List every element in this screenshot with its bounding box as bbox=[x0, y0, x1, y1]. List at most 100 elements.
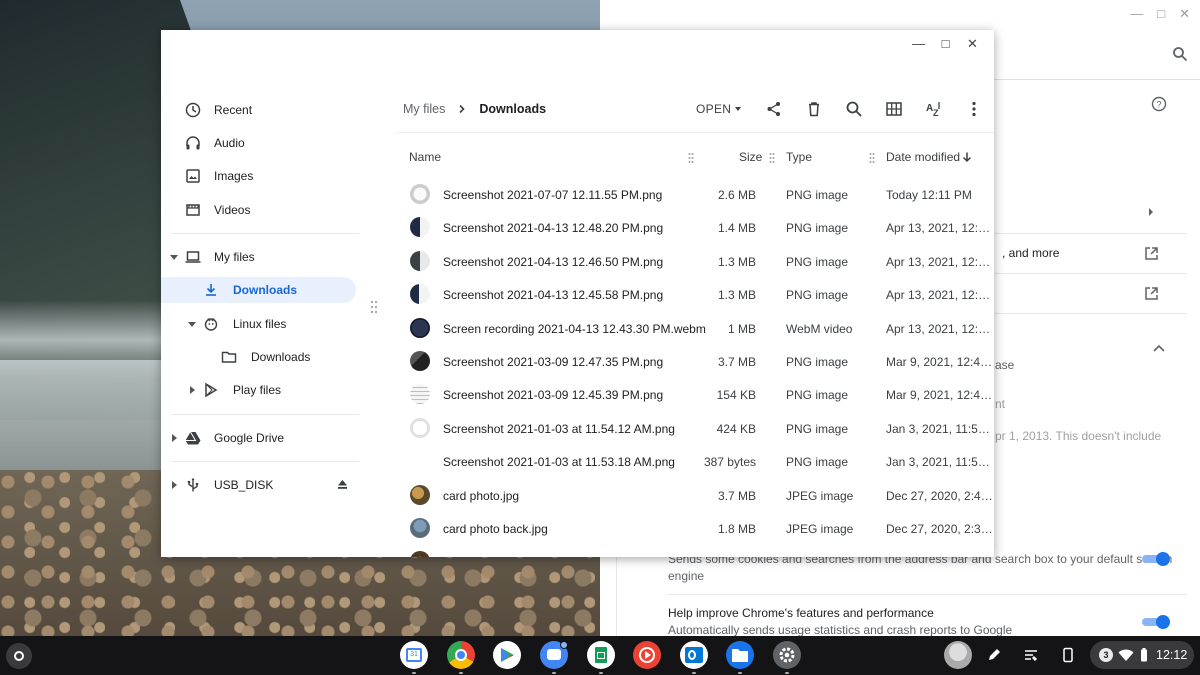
minimize-icon[interactable]: — bbox=[1130, 6, 1143, 22]
search-suggest-toggle[interactable] bbox=[1142, 552, 1170, 566]
search-icon[interactable] bbox=[845, 100, 863, 118]
settings-app-icon[interactable] bbox=[773, 641, 801, 669]
sidebar-item-my-files[interactable]: My files bbox=[161, 244, 356, 270]
sidebar-item-google-drive[interactable]: Google Drive bbox=[161, 425, 356, 451]
expand-arrow-icon[interactable] bbox=[170, 255, 178, 260]
chevron-up-icon[interactable] bbox=[1153, 344, 1165, 352]
delete-icon[interactable] bbox=[805, 100, 823, 118]
file-row[interactable]: card photo back.jpg 1.8 MB JPEG image Dec 2… bbox=[396, 512, 994, 545]
sidebar-item-label: Downloads bbox=[251, 350, 311, 364]
external-link-icon[interactable] bbox=[1144, 246, 1159, 261]
search-icon[interactable] bbox=[1172, 46, 1188, 62]
column-header-name[interactable]: Name bbox=[409, 150, 441, 164]
sidebar-item-label: Videos bbox=[214, 203, 251, 217]
file-date-modified: Dec 27, 2020, 2:35 PM bbox=[886, 522, 994, 536]
clipboard-tray[interactable] bbox=[1014, 641, 1048, 669]
column-resize-icon[interactable] bbox=[769, 152, 775, 164]
file-row[interactable]: 2020-11-29 11.38.11.jpg 7.9 MB JPEG image D… bbox=[396, 545, 994, 557]
file-row[interactable]: Screenshot 2021-01-03 at 11.53.18 AM.png… bbox=[396, 445, 994, 478]
file-row[interactable]: Screenshot 2021-03-09 12.45.39 PM.png 154… bbox=[396, 378, 994, 411]
improve-chrome-toggle[interactable] bbox=[1142, 615, 1170, 629]
outlook-app-icon[interactable] bbox=[680, 641, 708, 669]
running-indicator bbox=[552, 672, 556, 674]
google-drive-icon bbox=[185, 431, 201, 445]
messages-app-icon[interactable] bbox=[540, 641, 568, 669]
sidebar-item-downloads[interactable]: Downloads bbox=[161, 277, 356, 303]
files-main-panel: My files Downloads OPEN A Z Name Size Ty… bbox=[396, 60, 994, 557]
file-name: Screenshot 2021-01-03 at 11.54.12 AM.png bbox=[443, 421, 675, 436]
file-row[interactable]: Screen recording 2021-04-13 12.43.30 PM.… bbox=[396, 312, 994, 345]
sidebar-item-recent[interactable]: Recent bbox=[161, 97, 356, 123]
file-date-modified: Today 12:11 PM bbox=[886, 188, 972, 202]
close-icon[interactable]: ✕ bbox=[1179, 6, 1190, 22]
maximize-icon[interactable]: □ bbox=[932, 36, 959, 52]
external-link-icon[interactable] bbox=[1144, 286, 1159, 301]
file-date-modified: Mar 9, 2021, 12:47 PM bbox=[886, 355, 994, 369]
avatar[interactable] bbox=[944, 641, 972, 669]
sort-descending-icon[interactable] bbox=[961, 151, 973, 163]
column-resize-icon[interactable] bbox=[869, 152, 875, 164]
svg-text:?: ? bbox=[1156, 100, 1161, 110]
chevron-right-icon[interactable] bbox=[1149, 208, 1153, 216]
file-row[interactable]: Screenshot 2021-03-09 12.47.35 PM.png 3.7… bbox=[396, 345, 994, 378]
expand-arrow-icon[interactable] bbox=[172, 481, 177, 489]
maximize-icon[interactable]: □ bbox=[1157, 6, 1165, 22]
pen-icon bbox=[989, 649, 1000, 660]
column-resize-icon[interactable] bbox=[688, 152, 694, 164]
phone-icon bbox=[1063, 647, 1073, 663]
file-row[interactable]: Screenshot 2021-04-13 12.45.58 PM.png 1.3… bbox=[396, 278, 994, 311]
folder-icon bbox=[221, 351, 237, 363]
share-icon[interactable] bbox=[765, 100, 783, 118]
youtube-music-app-icon[interactable] bbox=[633, 641, 661, 669]
expand-arrow-icon[interactable] bbox=[172, 434, 177, 442]
file-size: 1.3 MB bbox=[717, 288, 756, 303]
sidebar-item-linux-files[interactable]: Linux files bbox=[161, 311, 356, 337]
column-header-type[interactable]: Type bbox=[786, 150, 812, 164]
sidebar-item-usb-disk[interactable]: USB_DISK bbox=[161, 472, 356, 498]
phone-hub[interactable] bbox=[1051, 641, 1085, 669]
file-name: Screenshot 2021-07-07 12.11.55 PM.png bbox=[443, 188, 663, 202]
splitter-handle[interactable] bbox=[370, 300, 378, 314]
sidebar-item-label: USB_DISK bbox=[214, 478, 274, 492]
sidebar-item-audio[interactable]: Audio bbox=[161, 130, 356, 156]
files-app-icon[interactable] bbox=[726, 641, 754, 669]
breadcrumb-current[interactable]: Downloads bbox=[479, 102, 546, 116]
file-row[interactable]: Screenshot 2021-01-03 at 11.54.12 AM.png… bbox=[396, 412, 994, 445]
chrome-app-icon[interactable] bbox=[447, 641, 475, 669]
file-row[interactable]: card photo.jpg 3.7 MB JPEG image Dec 27, 20… bbox=[396, 479, 994, 512]
expand-arrow-icon[interactable] bbox=[188, 322, 196, 327]
sidebar-item-label: Audio bbox=[214, 136, 245, 150]
launcher-button[interactable] bbox=[6, 643, 32, 669]
file-row[interactable]: Screenshot 2021-07-07 12.11.55 PM.png 2.6… bbox=[396, 178, 994, 211]
sidebar-item-videos[interactable]: Videos bbox=[161, 197, 356, 223]
file-thumbnail bbox=[410, 351, 430, 371]
clock[interactable]: 12:12 bbox=[1156, 648, 1187, 662]
file-row[interactable]: Screenshot 2021-04-13 12.48.20 PM.png 1.4… bbox=[396, 211, 994, 244]
breadcrumb-root[interactable]: My files bbox=[403, 102, 445, 116]
eject-icon[interactable] bbox=[337, 479, 348, 490]
file-type: JPEG image bbox=[786, 555, 853, 557]
sidebar-item-images[interactable]: Images bbox=[161, 163, 356, 189]
dropdown-arrow-icon[interactable] bbox=[735, 107, 741, 111]
calendar-app-icon[interactable]: 31 bbox=[400, 641, 428, 669]
sidebar-item-linux-downloads[interactable]: Downloads bbox=[161, 344, 356, 370]
stylus-tools[interactable] bbox=[977, 641, 1011, 669]
sheets-app-icon[interactable] bbox=[587, 641, 615, 669]
open-button[interactable]: OPEN bbox=[696, 102, 731, 116]
play-store-app-icon[interactable] bbox=[493, 641, 521, 669]
close-icon[interactable]: ✕ bbox=[959, 36, 986, 52]
column-header-date[interactable]: Date modified bbox=[886, 150, 960, 164]
expand-arrow-icon[interactable] bbox=[190, 386, 195, 394]
sort-az-icon[interactable]: A Z bbox=[925, 100, 943, 118]
more-options-icon[interactable] bbox=[965, 100, 983, 118]
status-tray[interactable]: 3 12:12 bbox=[1090, 641, 1194, 669]
sidebar-item-play-files[interactable]: Play files bbox=[161, 377, 356, 403]
file-row[interactable]: Screenshot 2021-04-13 12.46.50 PM.png 1.3… bbox=[396, 245, 994, 278]
help-icon[interactable]: ? bbox=[1151, 96, 1167, 112]
file-type: PNG image bbox=[786, 254, 849, 269]
file-thumbnail bbox=[410, 317, 430, 338]
grid-view-icon[interactable] bbox=[885, 100, 903, 118]
file-name: Screenshot 2021-01-03 at 11.53.18 AM.png bbox=[443, 455, 675, 470]
column-header-size[interactable]: Size bbox=[739, 150, 762, 164]
minimize-icon[interactable]: — bbox=[905, 36, 932, 52]
